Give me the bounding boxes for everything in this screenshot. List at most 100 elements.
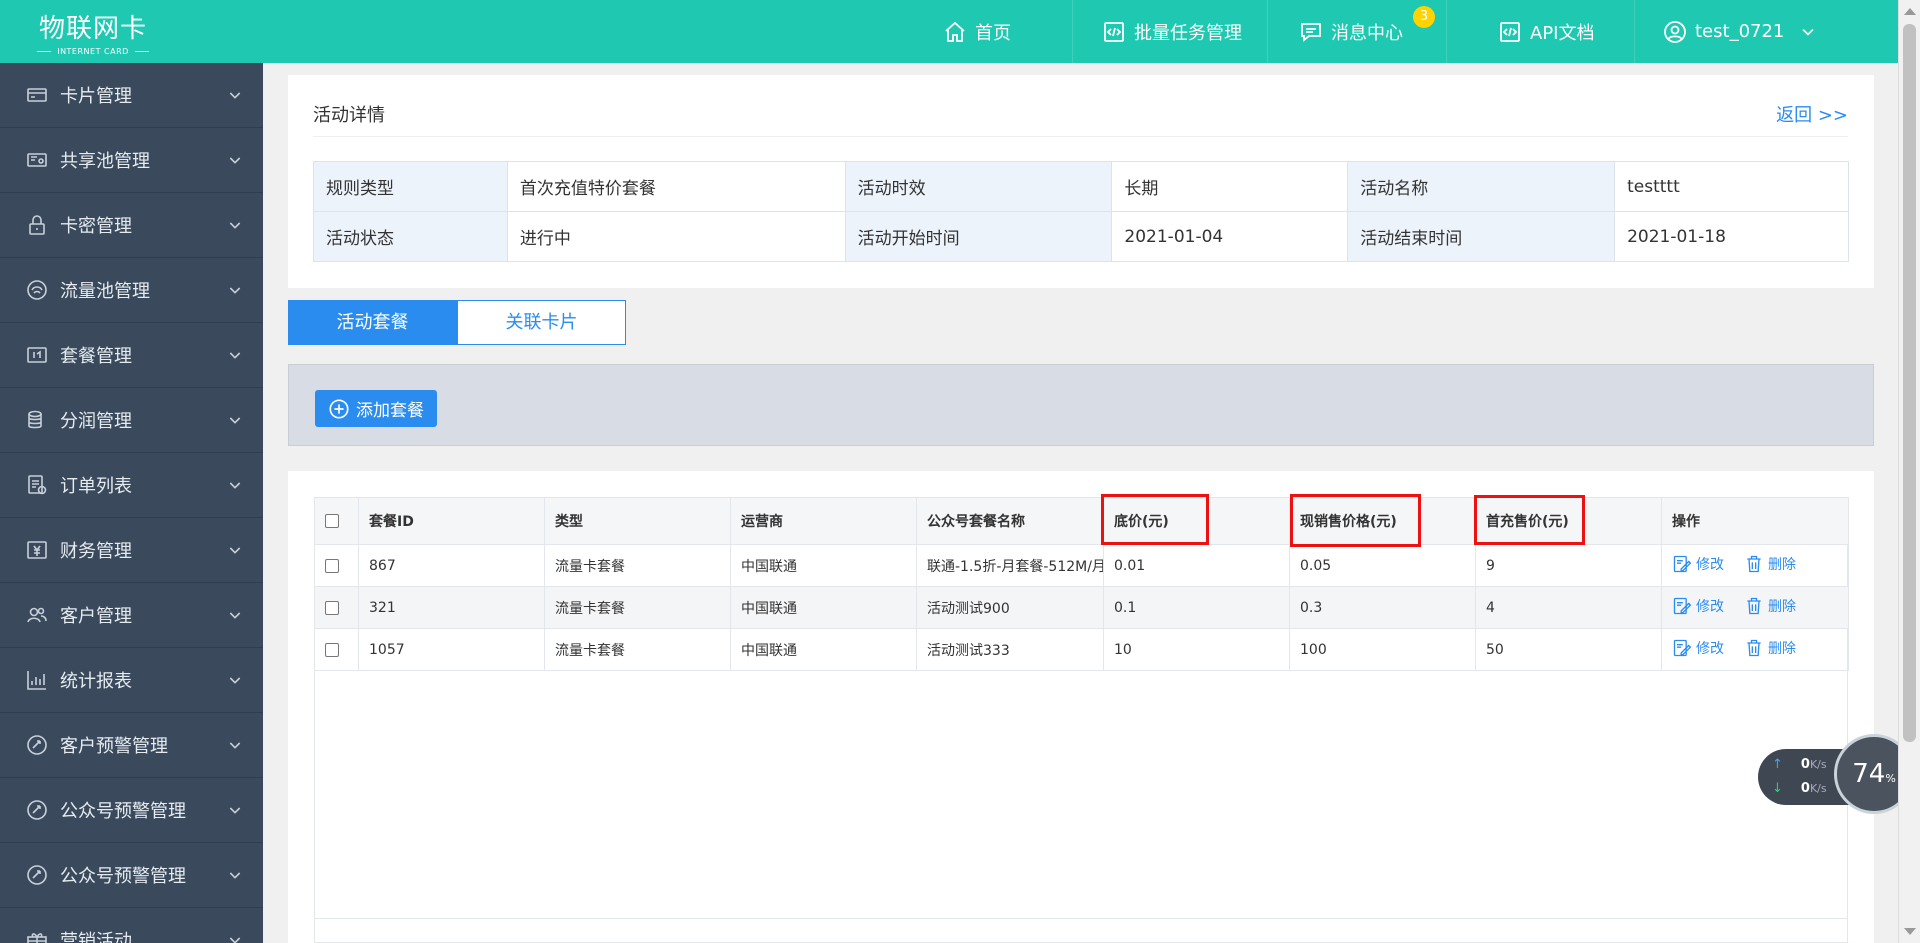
sidebar-item[interactable]: 卡密管理 — [0, 193, 263, 258]
upload-arrow-icon: ↑ — [1772, 757, 1783, 772]
activity-name-label: 活动名称 — [1347, 161, 1616, 212]
sidebar-item[interactable]: 分润管理 — [0, 388, 263, 453]
customer-icon — [24, 602, 50, 628]
share-pool-icon — [24, 147, 50, 173]
highlight-first-charge-price — [1474, 495, 1585, 545]
nav-api-docs[interactable]: API文档 — [1498, 0, 1594, 63]
delete-button[interactable]: 删除 — [1744, 638, 1796, 658]
scroll-thumb[interactable] — [1903, 24, 1916, 742]
page-title: 活动详情 — [313, 105, 385, 126]
nav-message-label: 消息中心 — [1331, 22, 1403, 44]
order-list-icon — [24, 472, 50, 498]
tab-bar: 活动套餐 关联卡片 — [288, 300, 626, 345]
table-row: 1057 流量卡套餐 中国联通 活动测试333 10 100 50 修改 删除 — [314, 628, 1849, 671]
toolbar: 添加套餐 — [288, 364, 1874, 446]
download-arrow-icon: ↓ — [1772, 781, 1783, 796]
back-link[interactable]: 返回 >> — [1776, 101, 1848, 127]
add-package-button[interactable]: 添加套餐 — [315, 390, 437, 427]
cell-package-id: 1057 — [358, 628, 545, 671]
activity-name-value: testttt — [1614, 161, 1849, 212]
scroll-up-arrow[interactable] — [1904, 8, 1916, 15]
sidebar-item[interactable]: 客户预警管理 — [0, 713, 263, 778]
tab-linked-cards[interactable]: 关联卡片 — [457, 300, 626, 345]
chart-icon — [24, 667, 50, 693]
nav-message-center[interactable]: 消息中心 — [1299, 0, 1403, 63]
chevron-down-icon — [229, 612, 241, 619]
package-icon — [24, 342, 50, 368]
sidebar-item[interactable]: 客户管理 — [0, 583, 263, 648]
header-actions: 操作 — [1661, 497, 1849, 545]
tab-activity-packages[interactable]: 活动套餐 — [288, 300, 457, 345]
user-icon — [1664, 20, 1686, 43]
nav-batch-label: 批量任务管理 — [1134, 22, 1242, 44]
sidebar-item-label: 公众号预警管理 — [60, 801, 186, 822]
edit-button[interactable]: 修改 — [1672, 554, 1724, 574]
row-checkbox[interactable] — [325, 600, 339, 615]
brand-sub: INTERNET CARD — [57, 47, 129, 56]
table-header-row: 套餐ID 类型 运营商 公众号套餐名称 底价(元) 现销售价格(元) 首充售价(… — [314, 497, 1849, 545]
sidebar-item[interactable]: 统计报表 — [0, 648, 263, 713]
user-menu[interactable]: test_0721 — [1663, 0, 1818, 63]
chevron-down-icon — [229, 222, 241, 229]
sidebar-item[interactable]: 财务管理 — [0, 518, 263, 583]
edit-button[interactable]: 修改 — [1672, 638, 1724, 658]
sidebar-item[interactable]: 共享池管理 — [0, 128, 263, 193]
status-label: 活动状态 — [313, 211, 508, 262]
cell-current-price: 0.05 — [1289, 544, 1476, 587]
page-scrollbar[interactable] — [1898, 0, 1920, 943]
coins-icon — [24, 407, 50, 433]
finance-icon — [24, 537, 50, 563]
sidebar-item[interactable]: 营销活动 — [0, 908, 263, 943]
code-icon — [1500, 21, 1520, 42]
start-time-value: 2021-01-04 — [1111, 211, 1349, 262]
row-checkbox[interactable] — [325, 558, 339, 573]
cell-first-charge-price: 4 — [1475, 586, 1662, 629]
delete-button[interactable]: 删除 — [1744, 554, 1796, 574]
package-table: 套餐ID 类型 运营商 公众号套餐名称 底价(元) 现销售价格(元) 首充售价(… — [314, 497, 1849, 671]
cell-first-charge-price: 9 — [1475, 544, 1662, 587]
cell-package-id: 321 — [358, 586, 545, 629]
nav-home[interactable]: 首页 — [943, 0, 1011, 63]
code-icon — [1104, 21, 1124, 42]
sidebar-item[interactable]: 公众号预警管理 — [0, 778, 263, 843]
alert-icon — [24, 732, 50, 758]
chevron-down-icon — [229, 937, 241, 943]
cell-package-name: 活动测试333 — [916, 628, 1104, 671]
edit-icon — [1673, 597, 1692, 614]
row-checkbox[interactable] — [325, 642, 339, 657]
nav-home-label: 首页 — [975, 22, 1011, 44]
sidebar: 卡片管理 共享池管理 卡密管理 流量池管理 套餐管理分润管理订单列表 财务管理 客户管理 统计… — [0, 63, 263, 943]
sidebar-item[interactable]: 套餐管理 — [0, 323, 263, 388]
sidebar-item[interactable]: 卡片管理 — [0, 63, 263, 128]
plus-circle-icon — [329, 398, 349, 419]
gift-icon — [24, 927, 50, 943]
select-all-checkbox[interactable] — [325, 514, 339, 528]
sidebar-item-label: 公众号预警管理 — [60, 866, 186, 887]
sidebar-item[interactable]: 公众号预警管理 — [0, 843, 263, 908]
header-package-name: 公众号套餐名称 — [916, 497, 1104, 545]
trash-icon — [1747, 597, 1761, 614]
chevron-down-icon — [229, 872, 241, 879]
pagination — [314, 918, 1848, 943]
table-row: 321 流量卡套餐 中国联通 活动测试900 0.1 0.3 4 修改 删除 — [314, 586, 1849, 629]
gauge-percent: 74 — [1852, 759, 1886, 789]
nav-batch-tasks[interactable]: 批量任务管理 — [1102, 0, 1242, 63]
alert-icon — [24, 797, 50, 823]
brand-name: 物联网卡 — [38, 14, 147, 44]
scroll-down-arrow[interactable] — [1904, 928, 1916, 935]
sidebar-item[interactable]: 订单列表 — [0, 453, 263, 518]
highlight-current-price — [1290, 494, 1421, 547]
sidebar-item-label: 分润管理 — [60, 411, 132, 432]
sidebar-item[interactable]: 流量池管理 — [0, 258, 263, 323]
chevron-down-icon — [229, 807, 241, 814]
cell-first-charge-price: 50 — [1475, 628, 1662, 671]
brand-logo[interactable]: 物联网卡 INTERNET CARD — [0, 0, 186, 63]
validity-label: 活动时效 — [844, 161, 1113, 212]
highlight-base-price — [1101, 494, 1209, 545]
edit-button[interactable]: 修改 — [1672, 596, 1724, 616]
cell-package-id: 867 — [358, 544, 545, 587]
lock-icon — [24, 212, 50, 238]
delete-button[interactable]: 删除 — [1744, 596, 1796, 616]
message-count-badge: 3 — [1413, 6, 1435, 28]
add-package-label: 添加套餐 — [356, 401, 424, 421]
